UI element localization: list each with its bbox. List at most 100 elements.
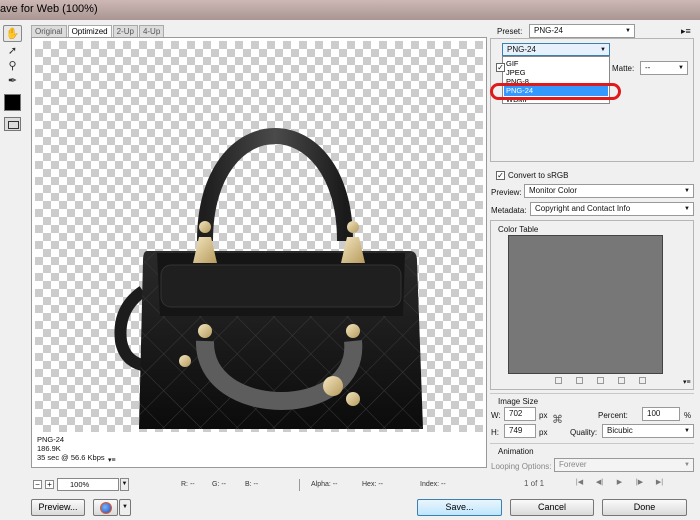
percent-field[interactable]: 100 [642,407,680,421]
height-unit: px [539,428,548,437]
lock-color-icon[interactable] [597,377,604,384]
last-frame-icon[interactable]: ▶| [653,478,666,488]
readout-g: G: -- [212,481,226,488]
play-icon[interactable]: ▶ [613,478,626,488]
next-frame-icon[interactable]: |▶ [633,478,646,488]
matte-label: Matte: [612,64,635,73]
divider [490,443,694,444]
new-color-icon[interactable] [618,377,625,384]
readout-alpha: Alpha: -- [311,481,338,488]
preview-mode-value: Monitor Color [529,186,578,195]
image-preview-panel: PNG-24 186.9K 35 sec @ 56.6 Kbps ▾≡ [31,37,487,468]
preview-in-browser-button[interactable] [93,499,118,516]
readout-hex: Hex: -- [362,481,383,488]
matte-value: -- [645,63,651,72]
readout-r: R: -- [181,481,195,488]
chevron-down-icon: ▼ [625,28,631,34]
looping-value: Forever [559,460,587,469]
tab-optimized[interactable]: Optimized [67,25,112,37]
optimize-menu-icon[interactable]: ▸≡ [681,26,691,37]
quality-label: Quality: [570,428,598,437]
view-tabs: Original Optimized 2-Up 4-Up [31,25,165,37]
hand-tool-icon[interactable]: ✋ [3,25,22,42]
trash-icon[interactable] [639,377,646,384]
info-menu-icon[interactable]: ▾≡ [108,456,116,464]
convert-srgb-label: Convert to sRGB [508,171,569,180]
looping-select[interactable]: Forever ▼ [554,458,694,472]
metadata-select[interactable]: Copyright and Contact Info ▼ [530,202,694,216]
eyedropper-tool-icon[interactable]: ✒ [3,73,22,90]
chevron-down-icon: ▼ [600,47,606,53]
convert-srgb-checkbox[interactable]: ✓ [496,171,505,180]
percent-label: Percent: [598,411,628,420]
readout-b: B: -- [245,481,259,488]
tool-palette: ✋ ➚ ⚲ ✒ [0,22,26,492]
browser-menu-arrow[interactable]: ▼ [119,499,131,516]
preview-mode-label: Preview: [491,188,522,197]
preview-button[interactable]: Preview... [31,499,85,516]
info-download-time: 35 sec @ 56.6 Kbps [37,453,105,462]
color-table-toolbar [555,377,660,386]
height-label: H: [491,428,499,437]
window-title: ave for Web (100%) [0,3,98,15]
preset-value: PNG-24 [534,26,563,35]
web-shift-icon[interactable] [576,377,583,384]
frame-counter: 1 of 1 [524,479,545,488]
width-field[interactable]: 702 [504,407,536,421]
quality-value: Bicubic [607,426,633,435]
readout-index: Index: -- [420,481,446,488]
readout-separator [299,479,300,491]
preview-mode-select[interactable]: Monitor Color ▼ [524,184,694,198]
transparency-checkerboard[interactable] [35,41,483,432]
metadata-label: Metadata: [491,206,527,215]
preset-label: Preset: [497,27,523,36]
zoom-level-field[interactable]: 100% [57,478,119,491]
save-button[interactable]: Save... [417,499,502,516]
color-table-swatches[interactable] [508,235,663,374]
toggle-slices-icon[interactable] [4,117,21,131]
image-size-label: Image Size [498,397,539,406]
preset-select[interactable]: PNG-24 ▼ [529,24,635,38]
height-field[interactable]: 749 [504,424,536,438]
zoom-out-button[interactable]: − [33,480,42,489]
transparency-checkbox[interactable]: ✓ [496,63,505,72]
status-bar: − + 100% ▼ R: -- G: -- B: -- Alpha: -- H… [31,478,487,492]
zoom-dropdown-arrow[interactable]: ▼ [120,478,129,491]
color-table-menu-icon[interactable]: ▾≡ [683,378,691,386]
width-unit: px [539,411,548,420]
previous-frame-icon[interactable]: ◀| [593,478,606,488]
eyedropper-color-swatch[interactable] [4,94,21,111]
animation-label: Animation [498,447,534,456]
handbag-image [114,128,423,429]
percent-unit: % [684,411,692,420]
chevron-down-icon: ▼ [684,188,690,194]
chevron-down-icon: ▼ [678,65,684,71]
looping-label: Looping Options: [491,462,552,471]
title-bar: ave for Web (100%) [0,0,700,20]
info-file-size: 186.9K [37,444,61,453]
cancel-button[interactable]: Cancel [510,499,594,516]
info-format: PNG-24 [37,435,65,444]
chevron-down-icon: ▼ [684,206,690,212]
file-format-value: PNG-24 [507,45,536,54]
color-table-label: Color Table [498,225,539,234]
map-color-icon[interactable] [555,377,562,384]
tab-2-up[interactable]: 2-Up [112,25,138,37]
optimization-info: PNG-24 186.9K 35 sec @ 56.6 Kbps [37,435,105,462]
divider [490,393,694,394]
tab-original[interactable]: Original [31,25,67,37]
annotation-highlight-ring [490,83,621,100]
chevron-down-icon: ▼ [684,428,690,434]
matte-select[interactable]: -- ▼ [640,61,688,75]
metadata-value: Copyright and Contact Info [535,204,631,213]
file-format-select[interactable]: PNG-24 ▼ [502,43,610,56]
constrain-link-icon[interactable]: ⌘ [552,413,563,426]
chevron-down-icon: ▼ [684,462,690,468]
browser-globe-icon [100,502,112,514]
done-button[interactable]: Done [602,499,687,516]
quality-select[interactable]: Bicubic ▼ [602,424,694,438]
zoom-in-button[interactable]: + [45,480,54,489]
width-label: W: [491,411,501,420]
tab-4-up[interactable]: 4-Up [138,25,165,37]
first-frame-icon[interactable]: |◀ [573,478,586,488]
